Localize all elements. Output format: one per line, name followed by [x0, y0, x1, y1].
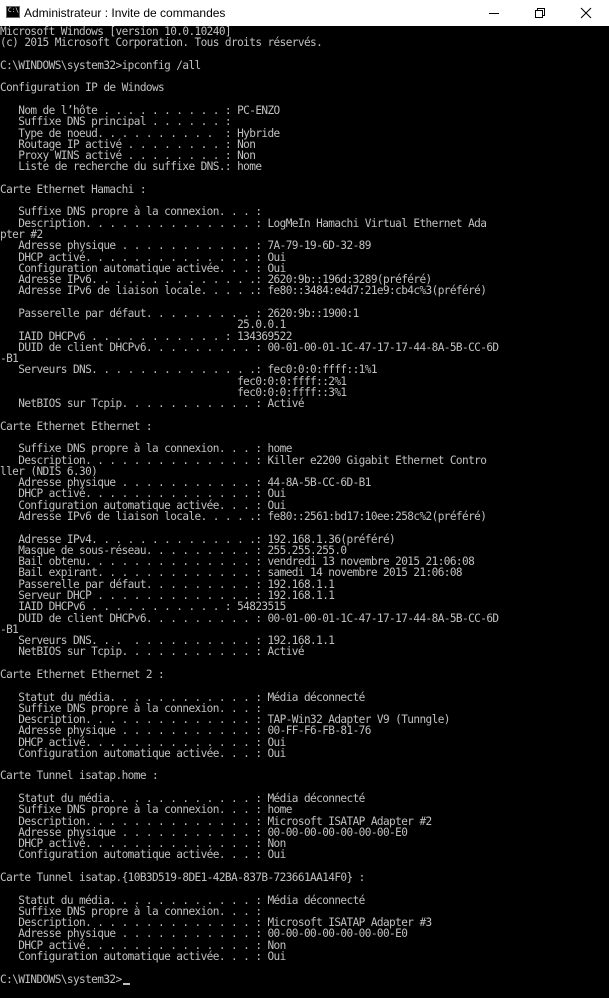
- minimize-button[interactable]: [471, 0, 517, 26]
- console-line: Description. . . . . . . . . . . . . . :…: [0, 216, 487, 230]
- console-line: Carte Tunnel isatap.{10B3D519-8DE1-42BA-…: [0, 871, 365, 884]
- console-line: Adresse IPv6 de liaison locale. . . . .:…: [0, 510, 487, 524]
- console-line: Adresse IPv6 de liaison locale. . . . .:…: [0, 284, 487, 298]
- console-line: Description. . . . . . . . . . . . . . :…: [0, 453, 487, 467]
- maximize-icon: [535, 8, 545, 18]
- console-line: Configuration automatique activée. . . :…: [0, 949, 286, 963]
- console-line: Type de noeud. . . . . . . . . . : Hybri…: [0, 126, 280, 140]
- text-cursor: [122, 982, 130, 985]
- close-button[interactable]: [563, 0, 609, 26]
- console-line: Suffixe DNS principal . . . . . . :: [0, 115, 232, 129]
- console-line: Statut du média. . . . . . . . . . . . :…: [0, 893, 365, 907]
- console-line: Configuration IP de Windows: [0, 81, 165, 95]
- console-line: Adresse physique . . . . . . . . . . . :…: [0, 927, 408, 941]
- console-line: Carte Ethernet Ethernet :: [0, 419, 153, 433]
- console-line: IAID DHCPv6 . . . . . . . . . . . : 5482…: [0, 600, 286, 614]
- console-line: Carte Ethernet Ethernet 2 :: [0, 667, 165, 681]
- console-line: NetBIOS sur Tcpip. . . . . . . . . . . :…: [0, 645, 304, 659]
- console-line: Bail expirant. . . . . . . . . . . . . :…: [0, 566, 463, 580]
- window-title: Administrateur : Invite de commandes: [24, 6, 226, 20]
- console-line: (c) 2015 Microsoft Corporation. Tous dro…: [0, 36, 323, 50]
- console-line: C:\WINDOWS\system32>ipconfig /all: [0, 58, 201, 72]
- console-line: DHCP activé. . . . . . . . . . . . . . :…: [0, 487, 286, 501]
- console-line: Carte Ethernet Hamachi :: [0, 182, 147, 196]
- console-line: NetBIOS sur Tcpip. . . . . . . . . . . :…: [0, 397, 304, 411]
- console-line: Suffixe DNS propre à la connexion. . . :: [0, 205, 262, 219]
- console-line: Serveurs DNS. . . . . . . . . . . . . .:…: [0, 363, 377, 377]
- console-line: Configuration automatique activée. . . :…: [0, 848, 286, 862]
- console-line: Suffixe DNS propre à la connexion. . . :…: [0, 803, 292, 817]
- console-line: Configuration automatique activée. . . :…: [0, 746, 286, 760]
- console-line: IAID DHCPv6 . . . . . . . . . . . : 1343…: [0, 329, 292, 343]
- console-line: C:\WINDOWS\system32>: [0, 972, 122, 986]
- console-line: Adresse IPv4. . . . . . . . . . . . . .:…: [0, 532, 396, 546]
- cmd-icon[interactable]: C:\: [6, 6, 20, 18]
- console-line: DUID de client DHCPv6. . . . . . . . . :…: [0, 611, 499, 625]
- console-line: Adresse physique . . . . . . . . . . . :…: [0, 724, 371, 738]
- console-output[interactable]: Microsoft Windows [version 10.0.10240] (c…: [0, 26, 609, 998]
- console-line: DHCP activé. . . . . . . . . . . . . . :…: [0, 250, 286, 264]
- console-line: DHCP activé. . . . . . . . . . . . . . :…: [0, 735, 286, 749]
- console-line: Carte Tunnel isatap.home :: [0, 769, 159, 783]
- close-icon: [580, 7, 592, 19]
- console-line: Description. . . . . . . . . . . . . . :…: [0, 814, 432, 828]
- console-line: Liste de recherche du suffixe DNS.: home: [0, 160, 262, 174]
- console-line: Statut du média. . . . . . . . . . . . :…: [0, 690, 365, 704]
- console-line: 25.0.0.1: [0, 318, 286, 332]
- console-line: Adresse physique . . . . . . . . . . . :…: [0, 239, 371, 253]
- maximize-button[interactable]: [517, 0, 563, 26]
- console-line: Suffixe DNS propre à la connexion. . . :…: [0, 442, 292, 456]
- console-line: DUID de client DHCPv6. . . . . . . . . :…: [0, 340, 499, 354]
- title-bar[interactable]: C:\ Administrateur : Invite de commandes: [0, 0, 609, 26]
- minimize-icon: [489, 13, 499, 14]
